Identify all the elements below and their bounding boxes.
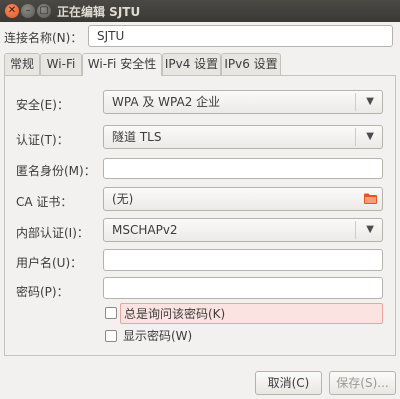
show-password-row[interactable]: 显示密码(W) <box>123 326 192 346</box>
anonymous-identity-label: 匿名身份(M)： <box>16 164 96 178</box>
anonymous-identity-input[interactable] <box>103 158 383 179</box>
security-value: WPA 及 WPA2 企业 <box>112 95 221 109</box>
ca-certificate-value: (无) <box>112 192 134 206</box>
show-password-label: 显示密码(W) <box>123 329 193 343</box>
chevron-down-icon: ▼ <box>366 131 374 142</box>
connection-editor-window: ✕ – ▢ 正在编辑 SJTU 连接名称(N)： 常规 Wi-Fi Wi-Fi … <box>0 0 400 399</box>
ca-certificate-chooser[interactable]: (无) <box>103 187 383 211</box>
auth-label: 认证(T)： <box>16 133 69 147</box>
minimize-window-button[interactable]: – <box>21 4 35 18</box>
minimize-icon: – <box>25 5 31 16</box>
auth-dropdown[interactable]: 隧道 TLS ▼ <box>103 125 383 149</box>
security-dropdown[interactable]: WPA 及 WPA2 企业 ▼ <box>103 90 383 114</box>
dropdown-separator <box>355 128 356 146</box>
title-bar: ✕ – ▢ 正在编辑 SJTU <box>0 0 400 22</box>
dropdown-separator <box>355 221 356 239</box>
connection-name-label: 连接名称(N)： <box>4 31 83 45</box>
auth-value: 隧道 TLS <box>112 130 162 144</box>
tab-ipv6-settings[interactable]: IPv6 设置 <box>221 53 281 75</box>
inner-auth-label: 内部认证(I)： <box>16 226 89 240</box>
inner-auth-dropdown[interactable]: MSCHAPv2 ▼ <box>103 218 383 242</box>
ca-certificate-label: CA 证书： <box>16 195 73 209</box>
username-label: 用户名(U)： <box>16 256 83 270</box>
dropdown-separator <box>355 93 356 111</box>
cancel-button[interactable]: 取消(C) <box>255 371 322 395</box>
close-icon: ✕ <box>7 5 17 16</box>
always-ask-row[interactable]: 总是询问该密码(K) <box>120 303 383 324</box>
save-button[interactable]: 保存(S)... <box>329 371 396 395</box>
window-title: 正在编辑 SJTU <box>57 5 141 19</box>
show-password-checkbox[interactable] <box>105 330 117 342</box>
security-label: 安全(E)： <box>16 98 69 112</box>
password-label: 密码(P)： <box>16 285 69 299</box>
always-ask-checkbox[interactable] <box>105 307 117 319</box>
username-input[interactable] <box>103 249 383 271</box>
connection-name-input[interactable] <box>88 25 393 47</box>
inner-auth-value: MSCHAPv2 <box>112 223 178 237</box>
maximize-window-button[interactable]: ▢ <box>37 4 51 18</box>
password-input[interactable] <box>103 277 383 299</box>
tab-general[interactable]: 常规 <box>4 53 40 75</box>
close-window-button[interactable]: ✕ <box>5 4 19 18</box>
always-ask-label: 总是询问该密码(K) <box>124 307 226 321</box>
tab-wifi-security[interactable]: Wi-Fi 安全性 <box>82 53 162 76</box>
tab-wifi[interactable]: Wi-Fi <box>40 53 82 75</box>
chevron-down-icon: ▼ <box>366 224 374 235</box>
folder-icon <box>364 193 377 204</box>
maximize-icon: ▢ <box>39 5 49 16</box>
tab-ipv4-settings[interactable]: IPv4 设置 <box>162 53 221 75</box>
chevron-down-icon: ▼ <box>366 96 374 107</box>
